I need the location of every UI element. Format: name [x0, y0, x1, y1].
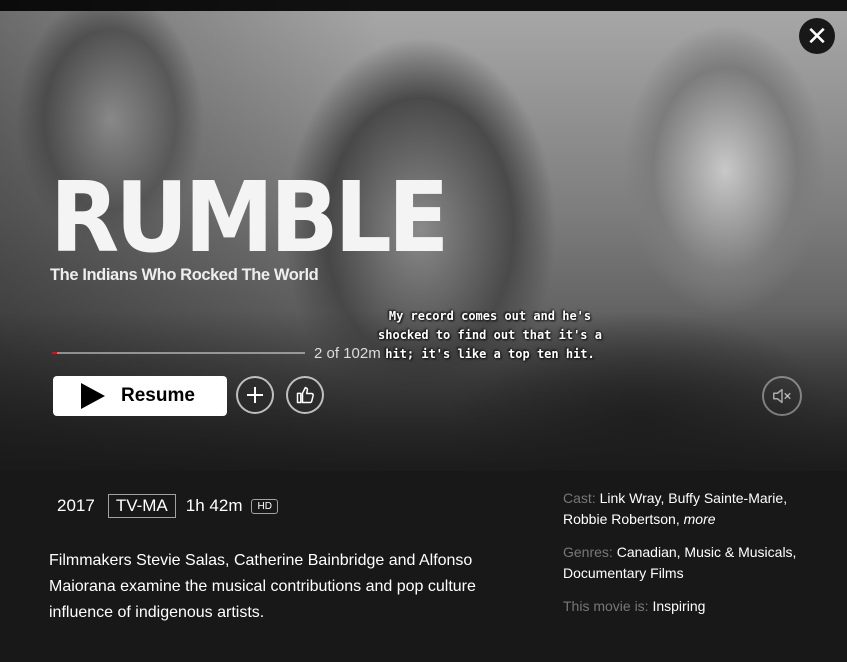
plus-icon: [247, 387, 263, 403]
mute-button[interactable]: [762, 376, 802, 416]
hero-artwork: RUMBLE The Indians Who Rocked The World …: [0, 0, 847, 471]
resume-button[interactable]: Resume: [53, 376, 227, 416]
subtitle-caption: My record comes out and he's shocked to …: [378, 309, 602, 361]
genres-row: Genres: Canadian, Music & Musicals, Docu…: [563, 542, 823, 584]
mood-tag[interactable]: Inspiring: [652, 598, 705, 614]
hd-badge: HD: [251, 498, 278, 514]
detail-sidebar: Cast: Link Wray, Buffy Sainte-Marie, Rob…: [563, 488, 823, 629]
volume-muted-icon: [773, 388, 791, 404]
metadata-row: 2017 TV-MA 1h 42m HD: [57, 494, 278, 518]
synopsis: Filmmakers Stevie Salas, Catherine Bainb…: [49, 552, 476, 621]
thumbs-up-icon: [296, 386, 314, 404]
mood-row: This movie is: Inspiring: [563, 596, 823, 617]
duration: 1h 42m: [185, 496, 243, 515]
mood-label: This movie is:: [563, 598, 649, 614]
release-year: 2017: [57, 496, 95, 515]
resume-label: Resume: [121, 385, 195, 406]
close-icon: ✕: [806, 21, 828, 51]
title-logo-main: RUMBLE: [50, 161, 449, 275]
progress-label: 2 of 102m: [314, 345, 381, 362]
cast-list: Link Wray, Buffy Sainte-Marie, Robbie Ro…: [563, 490, 788, 527]
add-to-list-button[interactable]: [236, 376, 274, 414]
close-button[interactable]: ✕: [799, 18, 835, 54]
progress-bar[interactable]: [52, 352, 305, 354]
more-cast-link[interactable]: more: [684, 511, 716, 527]
rate-button[interactable]: [286, 376, 324, 414]
title-logo: RUMBLE The Indians Who Rocked The World: [50, 161, 449, 285]
genres-label: Genres:: [563, 544, 613, 560]
progress-fill: [52, 352, 58, 354]
play-icon: [81, 383, 105, 409]
cast-row: Cast: Link Wray, Buffy Sainte-Marie, Rob…: [563, 488, 823, 530]
cast-label: Cast:: [563, 490, 596, 506]
maturity-rating: TV-MA: [107, 494, 176, 518]
